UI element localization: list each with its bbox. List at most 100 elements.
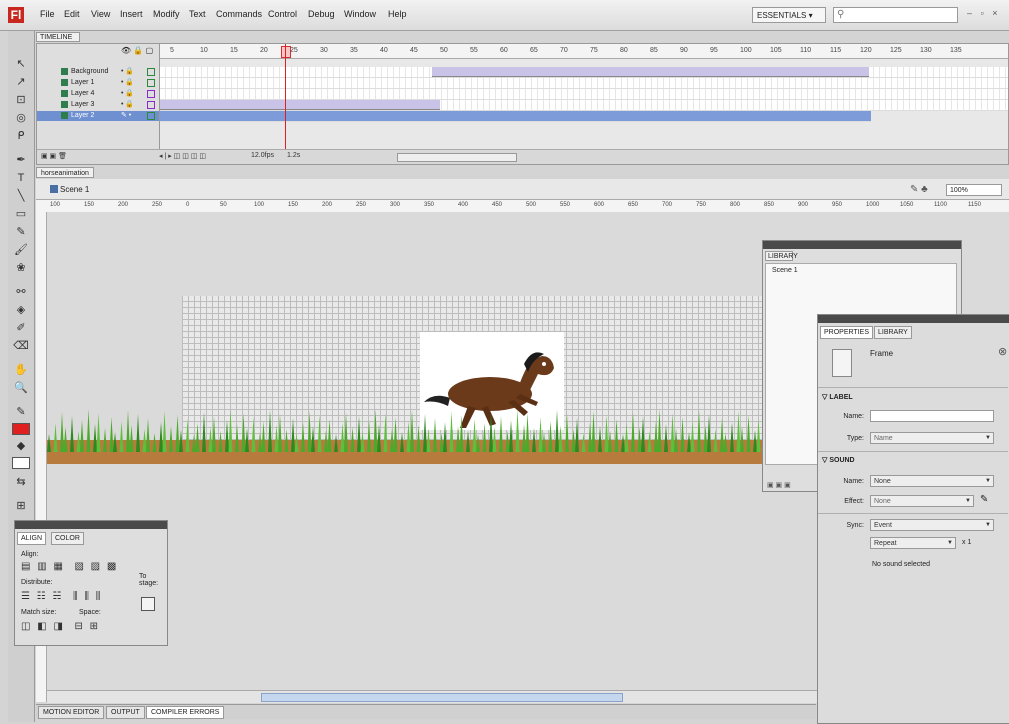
frames-row-selected[interactable] [160,111,871,122]
subselection-tool-icon[interactable]: ↗ [12,75,30,89]
playhead[interactable] [285,44,286,149]
frames-row[interactable] [160,100,1008,111]
onion-skin-controls[interactable]: ◂ | ▸ ◫ ◫ ◫ ◫ [159,152,206,160]
tab-library[interactable]: LIBRARY [765,251,798,261]
frame-rate[interactable]: 12.0fps [251,152,274,159]
playhead-handle[interactable] [281,46,291,58]
scrollbar-thumb[interactable] [261,693,623,702]
tab-library[interactable]: LIBRARY [874,326,912,339]
stroke-color-icon[interactable]: ✎ [12,405,30,419]
sound-name-select[interactable]: None [870,475,994,487]
frames-row[interactable] [160,67,1008,78]
panel-header[interactable] [818,315,1009,323]
menu-file[interactable]: File [40,9,55,19]
tab-properties[interactable]: PROPERTIES [820,326,873,339]
edit-pencil-icon[interactable]: ✎ [980,494,988,505]
section-sound[interactable]: ▽ SOUND [822,456,855,464]
section-label[interactable]: ▽ LABEL [822,393,853,401]
outline-icon[interactable] [147,101,155,109]
effect-select[interactable]: None [870,495,974,507]
document-tab[interactable]: horseanimation × [36,167,94,188]
layer-row-selected[interactable]: Layer 2 ✎ • [37,111,159,121]
swap-colors-icon[interactable]: ⇆ [12,475,30,489]
lasso-tool-icon[interactable]: ᑭ [12,129,30,143]
to-stage-toggle[interactable] [141,597,155,611]
menu-view[interactable]: View [91,9,110,19]
align-buttons[interactable]: ▤ ▥ ▦ ▧ ▨ ▩ [21,561,118,572]
repeat-count[interactable]: x 1 [962,539,971,546]
panel-header[interactable] [763,241,961,249]
fill-color-icon[interactable]: ◆ [12,439,30,453]
outline-icon[interactable] [147,112,155,120]
layer-status[interactable]: • 🔒 [121,67,134,77]
menu-help[interactable]: Help [388,9,407,19]
fill-color-swatch[interactable] [12,457,30,469]
tab-timeline[interactable]: TIMELINE [36,32,80,42]
pen-tool-icon[interactable]: ✒ [12,153,30,167]
sync-select[interactable]: Event [870,519,994,531]
stage-scrollbar[interactable] [47,690,817,703]
eyedropper-tool-icon[interactable]: ✐ [12,321,30,335]
menu-window[interactable]: Window [344,9,376,19]
tab-output[interactable]: OUTPUT [106,706,145,719]
tab-compiler-errors[interactable]: COMPILER ERRORS [146,706,225,719]
frames-row[interactable] [160,78,1008,89]
layer-status[interactable]: ✎ • [121,111,131,121]
scene-breadcrumb[interactable]: Scene 1 [60,185,89,194]
text-tool-icon[interactable]: T [12,171,30,185]
library-footer-icons[interactable]: ▣ ▣ ▣ [767,481,791,489]
zoom-select[interactable]: 100% [946,184,1002,196]
type-select[interactable]: Name [870,432,994,444]
outline-icon[interactable] [147,79,155,87]
outline-icon[interactable] [147,90,155,98]
workspace-switcher[interactable]: ESSENTIALS ▾ [752,7,826,23]
tab-color[interactable]: COLOR [51,532,84,545]
help-icon[interactable]: ⊗ [998,345,1007,358]
outline-icon[interactable] [147,68,155,76]
panel-header[interactable] [15,521,167,529]
3d-rotation-tool-icon[interactable]: ◎ [12,111,30,125]
distribute-buttons[interactable]: ☰ ☷ ☵ ⫼ ⫼ ⫼ [21,591,102,602]
zoom-tool-icon[interactable]: 🔍 [12,381,30,395]
frames-row[interactable] [160,89,1008,100]
pencil-tool-icon[interactable]: ✎ [12,225,30,239]
snap-to-objects-icon[interactable]: ⊞ [12,499,30,513]
free-transform-tool-icon[interactable]: ⊡ [12,93,30,107]
match-size-buttons[interactable]: ◫ ◧ ◨ ⊟ ⊞ [21,621,100,632]
brush-tool-icon[interactable]: 🖌 [12,243,30,257]
repeat-select[interactable]: Repeat [870,537,956,549]
menu-text[interactable]: Text [189,9,206,19]
tween-span[interactable] [160,100,440,110]
menu-control[interactable]: Control [268,9,297,19]
layer-row[interactable]: Layer 1 • 🔒 [37,78,159,88]
line-tool-icon[interactable]: ╲ [12,189,30,203]
timeline-scrollbar[interactable] [397,153,517,162]
layer-status[interactable]: • 🔒 [121,100,134,110]
search-input[interactable]: ⚲ [833,7,958,23]
tab-motion-editor[interactable]: MOTION EDITOR [38,706,105,719]
bone-tool-icon[interactable]: ⚯ [12,285,30,299]
paint-bucket-tool-icon[interactable]: ◈ [12,303,30,317]
stroke-color-swatch[interactable] [12,423,30,435]
edit-symbol-icons[interactable]: ✎ ♣ [910,184,928,195]
name-field[interactable] [870,410,994,422]
selection-tool-icon[interactable]: ↖ [12,57,30,71]
library-item[interactable]: Scene 1 [772,267,798,274]
rectangle-tool-icon[interactable]: ▭ [12,207,30,221]
tween-span[interactable] [432,67,869,77]
menu-edit[interactable]: Edit [64,9,80,19]
layer-row[interactable]: Layer 4 • 🔒 [37,89,159,99]
menu-modify[interactable]: Modify [153,9,180,19]
layer-status[interactable]: • 🔒 [121,78,134,88]
show-hide-icons[interactable]: 👁 🔒 ▢ [121,46,153,55]
eraser-tool-icon[interactable]: ⌫ [12,339,30,353]
layer-row[interactable]: Background • 🔒 [37,67,159,77]
tab-align[interactable]: ALIGN [17,532,47,545]
layer-status[interactable]: • 🔒 [121,89,134,99]
menu-commands[interactable]: Commands [216,9,262,19]
layer-buttons[interactable]: ▣ ▣ 🗑 [41,152,67,160]
menu-insert[interactable]: Insert [120,9,143,19]
menu-debug[interactable]: Debug [308,9,335,19]
layer-row[interactable]: Layer 3 • 🔒 [37,100,159,110]
deco-tool-icon[interactable]: ❀ [12,261,30,275]
